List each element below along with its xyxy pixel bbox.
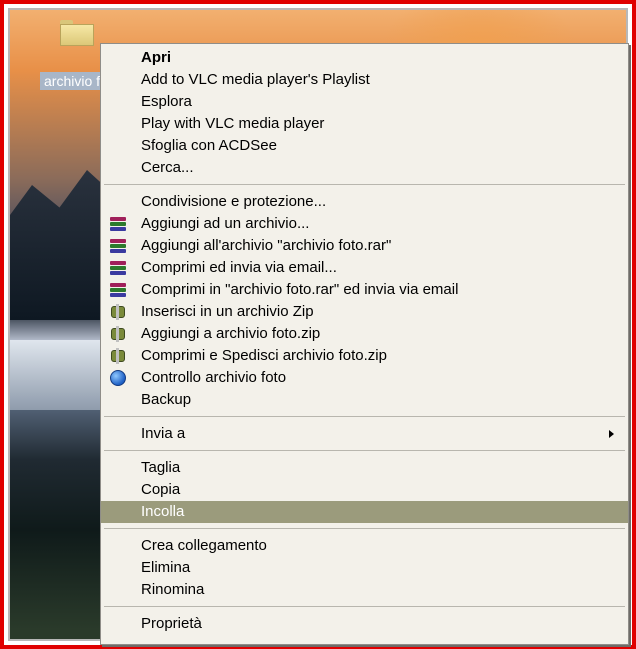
winrar-icon bbox=[110, 216, 126, 232]
menu-item-aggiungi-all-archivio-archivio-foto-rar[interactable]: Aggiungi all'archivio "archivio foto.rar… bbox=[101, 235, 628, 257]
winzip-icon bbox=[110, 326, 126, 342]
menu-item-comprimi-in-archivio-foto-rar-ed-invia-via-email[interactable]: Comprimi in "archivio foto.rar" ed invia… bbox=[101, 279, 628, 301]
menu-item-rinomina[interactable]: Rinomina bbox=[101, 579, 628, 601]
menu-item-label: Rinomina bbox=[141, 581, 205, 598]
menu-separator bbox=[104, 606, 625, 607]
menu-item-comprimi-ed-invia-via-email[interactable]: Comprimi ed invia via email... bbox=[101, 257, 628, 279]
menu-item-incolla[interactable]: Incolla bbox=[101, 501, 628, 523]
menu-item-aggiungi-a-archivio-foto-zip[interactable]: Aggiungi a archivio foto.zip bbox=[101, 323, 628, 345]
menu-item-play-with-vlc-media-player[interactable]: Play with VLC media player bbox=[101, 113, 628, 135]
menu-item-label: Apri bbox=[141, 49, 171, 66]
menu-item-controllo-archivio-foto[interactable]: Controllo archivio foto bbox=[101, 367, 628, 389]
menu-item-label: Elimina bbox=[141, 559, 191, 576]
menu-item-label: Add to VLC media player's Playlist bbox=[141, 71, 370, 88]
menu-item-cerca[interactable]: Cerca... bbox=[101, 157, 628, 179]
menu-item-crea-collegamento[interactable]: Crea collegamento bbox=[101, 535, 628, 557]
menu-item-label: Backup bbox=[141, 391, 192, 408]
menu-separator bbox=[104, 528, 625, 529]
menu-item-label: Condivisione e protezione... bbox=[141, 193, 327, 210]
menu-item-label: Aggiungi all'archivio "archivio foto.rar… bbox=[141, 237, 392, 254]
winrar-icon bbox=[110, 238, 126, 254]
menu-item-invia-a[interactable]: Invia a bbox=[101, 423, 628, 445]
menu-item-label: Play with VLC media player bbox=[141, 115, 325, 132]
menu-item-label: Aggiungi a archivio foto.zip bbox=[141, 325, 321, 342]
menu-item-taglia[interactable]: Taglia bbox=[101, 457, 628, 479]
menu-item-condivisione-e-protezione[interactable]: Condivisione e protezione... bbox=[101, 191, 628, 213]
menu-item-label: Proprietà bbox=[141, 615, 202, 632]
menu-item-label: Taglia bbox=[141, 459, 181, 476]
menu-item-apri[interactable]: Apri bbox=[101, 47, 628, 69]
winzip-icon bbox=[110, 348, 126, 364]
menu-item-copia[interactable]: Copia bbox=[101, 479, 628, 501]
winzip-icon bbox=[110, 304, 126, 320]
menu-item-label: Comprimi e Spedisci archivio foto.zip bbox=[141, 347, 387, 364]
wallpaper-lake bbox=[10, 340, 110, 410]
menu-item-label: Invia a bbox=[141, 425, 186, 442]
submenu-arrow-icon bbox=[609, 430, 614, 438]
menu-item-backup[interactable]: Backup bbox=[101, 389, 628, 411]
menu-item-comprimi-e-spedisci-archivio-foto-zip[interactable]: Comprimi e Spedisci archivio foto.zip bbox=[101, 345, 628, 367]
menu-item-label: Comprimi in "archivio foto.rar" ed invia… bbox=[141, 281, 459, 298]
menu-item-label: Controllo archivio foto bbox=[141, 369, 287, 386]
menu-item-label: Comprimi ed invia via email... bbox=[141, 259, 337, 276]
context-menu: Apri Add to VLC media player's Playlist Es… bbox=[100, 43, 629, 645]
menu-item-label: Esplora bbox=[141, 93, 192, 110]
menu-item-aggiungi-ad-un-archivio[interactable]: Aggiungi ad un archivio... bbox=[101, 213, 628, 235]
menu-item-label: Inserisci in un archivio Zip bbox=[141, 303, 314, 320]
menu-item-propriet[interactable]: Proprietà bbox=[101, 613, 628, 635]
winrar-icon bbox=[110, 260, 126, 276]
menu-separator bbox=[104, 416, 625, 417]
folder-icon bbox=[60, 20, 94, 46]
menu-item-label: Aggiungi ad un archivio... bbox=[141, 215, 310, 232]
menu-item-sfoglia-con-acdsee[interactable]: Sfoglia con ACDSee bbox=[101, 135, 628, 157]
menu-item-inserisci-in-un-archivio-zip[interactable]: Inserisci in un archivio Zip bbox=[101, 301, 628, 323]
menu-item-label: Sfoglia con ACDSee bbox=[141, 137, 277, 154]
menu-item-label: Cerca... bbox=[141, 159, 194, 176]
winrar-icon bbox=[110, 282, 126, 298]
menu-item-elimina[interactable]: Elimina bbox=[101, 557, 628, 579]
menu-item-label: Crea collegamento bbox=[141, 537, 267, 554]
desktop-folder-icon[interactable]: archivio foto bbox=[24, 16, 124, 90]
menu-item-label: Copia bbox=[141, 481, 181, 498]
menu-item-esplora[interactable]: Esplora bbox=[101, 91, 628, 113]
menu-item-add-to-vlc-media-player-s-playlist[interactable]: Add to VLC media player's Playlist bbox=[101, 69, 628, 91]
menu-separator bbox=[104, 450, 625, 451]
menu-item-label: Incolla bbox=[141, 503, 185, 520]
globe-icon bbox=[110, 370, 126, 386]
menu-separator bbox=[104, 184, 625, 185]
